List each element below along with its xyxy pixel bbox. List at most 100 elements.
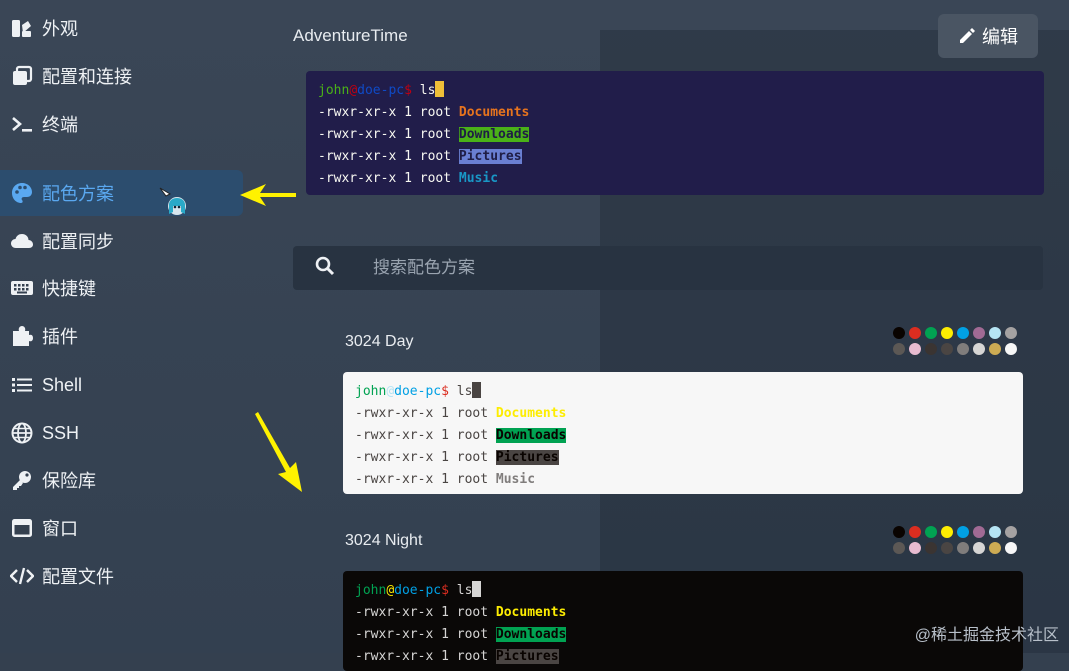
color-swatch — [1005, 327, 1017, 339]
file-links: 1 — [441, 627, 449, 642]
file-links: 1 — [441, 605, 449, 620]
settings-sidebar: 外观 配置和连接 终端 配色方案 配置同步 快捷键 插件 Shell SSH 保… — [0, 0, 250, 653]
color-swatch — [973, 343, 985, 355]
sidebar-item-config-sync[interactable]: 配置同步 — [0, 218, 243, 264]
file-name: Music — [458, 171, 499, 186]
color-swatch — [909, 343, 921, 355]
scheme-search-bar[interactable] — [293, 246, 1043, 290]
prompt-host: doe-pc — [394, 583, 442, 598]
color-swatch — [989, 526, 1001, 538]
color-swatch — [957, 526, 969, 538]
file-name: Documents — [495, 406, 567, 421]
sidebar-item-label: 外观 — [42, 19, 78, 39]
sidebar-item-label: 配置文件 — [42, 567, 114, 587]
sidebar-item-config-file[interactable]: 配置文件 — [0, 553, 243, 599]
color-swatch — [1005, 542, 1017, 554]
watermark: @稀土掘金技术社区 — [914, 627, 1059, 644]
file-links: 1 — [404, 171, 412, 186]
color-swatch — [973, 327, 985, 339]
sidebar-item-appearance[interactable]: 外观 — [0, 5, 243, 51]
key-icon — [10, 468, 34, 492]
prompt-host: doe-pc — [394, 384, 442, 399]
color-swatch — [957, 542, 969, 554]
file-links: 1 — [441, 472, 449, 487]
terminal-cursor — [435, 81, 445, 97]
prompt-user: john — [355, 384, 387, 399]
sidebar-item-window[interactable]: 窗口 — [0, 505, 243, 551]
file-name: Downloads — [495, 627, 567, 642]
sidebar-item-label: 配置同步 — [42, 232, 114, 252]
file-owner: root — [419, 127, 452, 142]
color-swatch — [989, 327, 1001, 339]
terminal-icon — [10, 112, 34, 136]
file-owner: root — [456, 472, 489, 487]
current-scheme-title: AdventureTime — [293, 26, 408, 45]
file-perm: -rwxr-xr-x — [318, 171, 397, 186]
sidebar-item-ssh[interactable]: SSH — [0, 410, 243, 456]
file-perm: -rwxr-xr-x — [355, 627, 434, 642]
file-links: 1 — [404, 149, 412, 164]
sidebar-item-plugins[interactable]: 插件 — [0, 313, 243, 359]
prompt-user: john — [318, 83, 350, 98]
color-swatch — [925, 542, 937, 554]
color-swatch — [957, 343, 969, 355]
sidebar-item-color-schemes[interactable]: 配色方案 — [0, 170, 243, 216]
list-icon — [10, 373, 34, 397]
prompt-command: ls — [456, 583, 473, 598]
file-name: Downloads — [458, 127, 530, 142]
sidebar-item-shell[interactable]: Shell — [0, 362, 243, 408]
file-links: 1 — [404, 105, 412, 120]
file-owner: root — [456, 649, 489, 664]
scheme-name: 3024 Day — [345, 333, 414, 350]
color-swatch — [989, 542, 1001, 554]
color-swatch — [941, 327, 953, 339]
sidebar-item-label: 插件 — [42, 327, 78, 347]
appearance-icon — [10, 16, 34, 40]
file-name: Pictures — [458, 149, 522, 164]
file-links: 1 — [404, 127, 412, 142]
file-owner: root — [419, 171, 452, 186]
prompt-symbol: $ — [441, 384, 449, 399]
file-owner: root — [419, 149, 452, 164]
sidebar-item-hotkeys[interactable]: 快捷键 — [0, 265, 243, 311]
file-owner: root — [419, 105, 452, 120]
color-swatch — [973, 526, 985, 538]
color-swatch — [893, 327, 905, 339]
pencil-icon — [960, 28, 975, 43]
file-links: 1 — [441, 428, 449, 443]
color-swatch — [909, 526, 921, 538]
sidebar-item-profiles[interactable]: 配置和连接 — [0, 53, 243, 99]
file-perm: -rwxr-xr-x — [318, 127, 397, 142]
prompt-at: @ — [386, 583, 395, 598]
edit-button[interactable]: 编辑 — [938, 14, 1038, 58]
prompt-symbol: $ — [404, 83, 412, 98]
sidebar-item-label: SSH — [42, 422, 80, 443]
file-owner: root — [456, 627, 489, 642]
sidebar-item-label: 终端 — [42, 115, 78, 135]
current-scheme-preview: john@doe-pc$ ls -rwxr-xr-x 1 root Docume… — [306, 71, 1044, 195]
keyboard-icon — [10, 276, 34, 300]
file-name: Pictures — [495, 649, 559, 664]
file-links: 1 — [441, 649, 449, 664]
annotation-arrow-icon — [255, 412, 302, 492]
scheme-swatches — [893, 526, 1023, 556]
sidebar-item-terminal[interactable]: 终端 — [0, 101, 243, 147]
sidebar-item-label: 快捷键 — [42, 279, 96, 299]
prompt-host: doe-pc — [357, 83, 405, 98]
search-input[interactable] — [371, 257, 975, 279]
file-owner: root — [456, 406, 489, 421]
sidebar-item-label: 窗口 — [42, 519, 78, 539]
color-swatch — [909, 327, 921, 339]
file-name: Music — [495, 472, 536, 487]
edit-button-label: 编辑 — [982, 27, 1018, 47]
scheme-preview-3024-day[interactable]: john@doe-pc$ ls -rwxr-xr-x 1 root Docume… — [343, 372, 1023, 494]
prompt-user: john — [355, 583, 387, 598]
file-perm: -rwxr-xr-x — [318, 105, 397, 120]
file-perm: -rwxr-xr-x — [318, 149, 397, 164]
sidebar-item-label: 配置和连接 — [42, 67, 132, 87]
file-perm: -rwxr-xr-x — [355, 450, 434, 465]
sidebar-item-vault[interactable]: 保险库 — [0, 457, 243, 503]
prompt-command: ls — [456, 384, 473, 399]
prompt-at: @ — [386, 384, 395, 399]
cloud-icon — [10, 229, 34, 253]
